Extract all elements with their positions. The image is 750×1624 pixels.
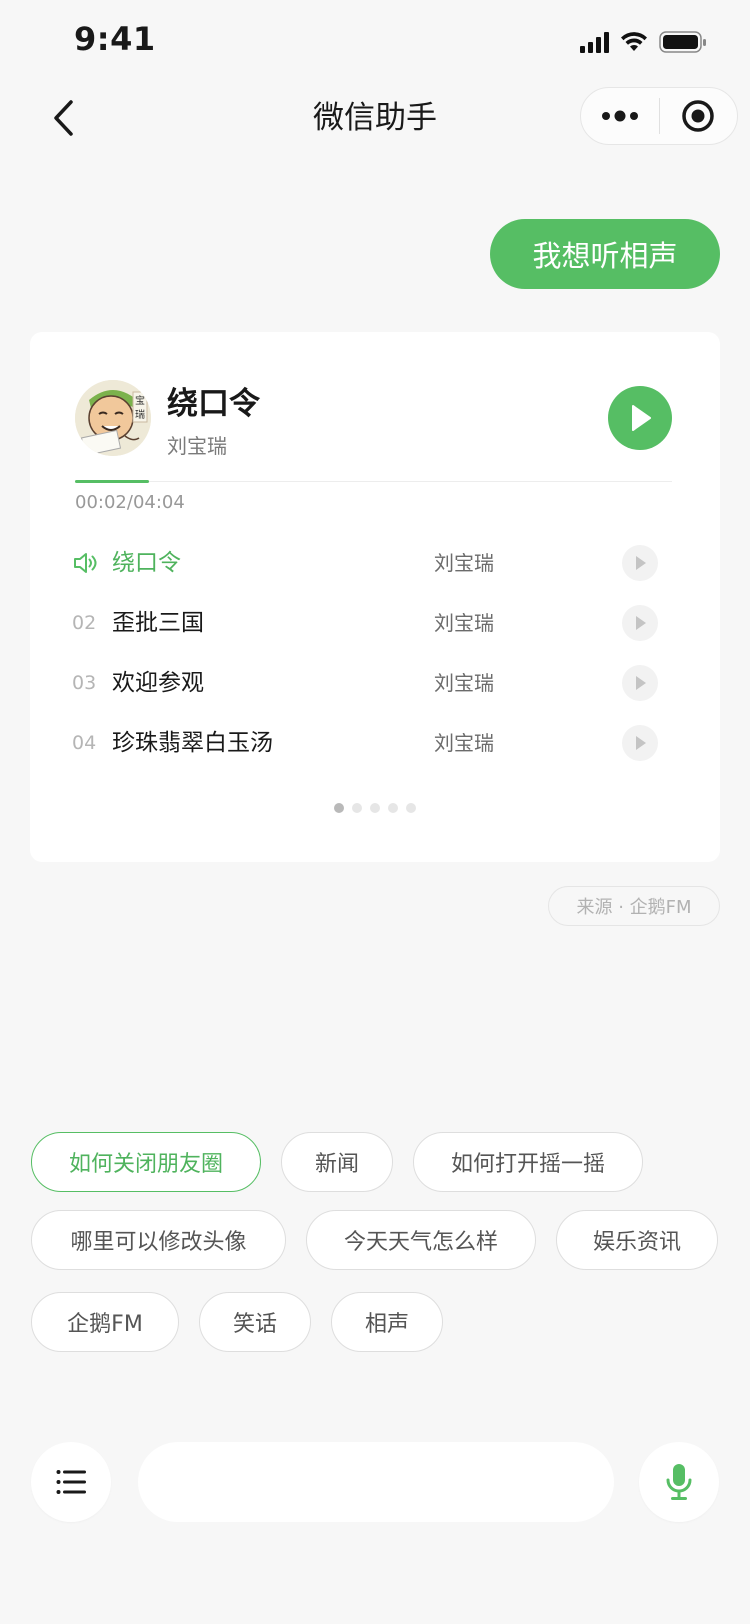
artist-portrait-icon: 宝 瑞 bbox=[75, 380, 151, 456]
progress-fill bbox=[75, 480, 149, 483]
track-artist: 刘宝瑞 bbox=[434, 611, 494, 635]
suggestion-chip[interactable]: 企鹅FM bbox=[31, 1292, 179, 1352]
suggestion-chip[interactable]: 笑话 bbox=[199, 1292, 311, 1352]
suggestion-chip[interactable]: 如何打开摇一摇 bbox=[413, 1132, 643, 1192]
suggestion-chip[interactable]: 如何关闭朋友圈 bbox=[31, 1132, 261, 1192]
current-song-title: 绕口令 bbox=[167, 386, 260, 422]
now-playing-indicator bbox=[72, 541, 102, 591]
pagination-dots[interactable] bbox=[334, 803, 416, 813]
track-artist: 刘宝瑞 bbox=[434, 731, 494, 755]
back-button[interactable] bbox=[44, 96, 84, 140]
track-row[interactable]: 02 歪批三国 刘宝瑞 bbox=[72, 601, 662, 645]
close-miniprogram-button[interactable] bbox=[660, 88, 738, 144]
voice-button[interactable] bbox=[639, 1442, 719, 1522]
progress-track[interactable] bbox=[75, 481, 672, 482]
chevron-left-icon bbox=[54, 100, 73, 136]
play-icon bbox=[636, 736, 646, 750]
user-message-bubble: 我想听相声 bbox=[490, 219, 720, 289]
track-row[interactable]: 03 欢迎参观 刘宝瑞 bbox=[72, 661, 662, 705]
signal-icon bbox=[580, 31, 609, 53]
play-icon bbox=[636, 556, 646, 570]
play-icon bbox=[636, 616, 646, 630]
track-title: 绕口令 bbox=[112, 550, 181, 576]
track-row[interactable]: 04 珍珠翡翠白玉汤 刘宝瑞 bbox=[72, 721, 662, 765]
page-dot[interactable] bbox=[388, 803, 398, 813]
status-icons bbox=[580, 26, 715, 58]
more-button[interactable] bbox=[581, 88, 659, 144]
track-play-button[interactable] bbox=[622, 665, 658, 701]
more-dots-icon bbox=[601, 110, 638, 122]
suggestion-chip[interactable]: 娱乐资讯 bbox=[556, 1210, 718, 1270]
suggestion-chip[interactable]: 新闻 bbox=[281, 1132, 393, 1192]
miniprogram-capsule bbox=[580, 87, 738, 145]
album-cover: 宝 瑞 bbox=[75, 380, 151, 456]
track-title: 歪批三国 bbox=[112, 610, 204, 636]
progress-time: 00:02/04:04 bbox=[75, 492, 185, 513]
status-time: 9:41 bbox=[74, 20, 156, 58]
svg-text:宝: 宝 bbox=[135, 394, 145, 407]
play-icon bbox=[632, 405, 651, 431]
track-number: 02 bbox=[72, 612, 97, 634]
page-dot[interactable] bbox=[406, 803, 416, 813]
track-play-button[interactable] bbox=[622, 605, 658, 641]
page-dot[interactable] bbox=[352, 803, 362, 813]
microphone-icon bbox=[666, 1464, 692, 1500]
track-number: 03 bbox=[72, 672, 97, 694]
track-title: 珍珠翡翠白玉汤 bbox=[112, 730, 273, 756]
track-play-button[interactable] bbox=[622, 725, 658, 761]
track-row[interactable]: 绕口令 刘宝瑞 bbox=[72, 541, 662, 585]
target-circle-icon bbox=[682, 100, 714, 132]
suggestion-chip[interactable]: 哪里可以修改头像 bbox=[31, 1210, 286, 1270]
track-artist: 刘宝瑞 bbox=[434, 551, 494, 575]
menu-button[interactable] bbox=[31, 1442, 111, 1522]
suggestion-chip[interactable]: 今天天气怎么样 bbox=[306, 1210, 536, 1270]
message-input[interactable] bbox=[138, 1442, 614, 1522]
page-dot[interactable] bbox=[370, 803, 380, 813]
current-song-artist: 刘宝瑞 bbox=[167, 434, 227, 458]
speaker-icon bbox=[74, 553, 97, 573]
battery-icon bbox=[659, 31, 706, 53]
page-dot[interactable] bbox=[334, 803, 344, 813]
list-menu-icon bbox=[56, 1470, 86, 1494]
suggestion-chip[interactable]: 相声 bbox=[331, 1292, 443, 1352]
track-title: 欢迎参观 bbox=[112, 670, 204, 696]
play-icon bbox=[636, 676, 646, 690]
track-number: 04 bbox=[72, 732, 97, 754]
source-tag[interactable]: 来源 · 企鹅FM bbox=[548, 886, 720, 926]
svg-text:瑞: 瑞 bbox=[135, 409, 145, 421]
main-play-button[interactable] bbox=[608, 386, 672, 450]
wifi-icon bbox=[621, 32, 647, 51]
track-artist: 刘宝瑞 bbox=[434, 671, 494, 695]
track-play-button[interactable] bbox=[622, 545, 658, 581]
